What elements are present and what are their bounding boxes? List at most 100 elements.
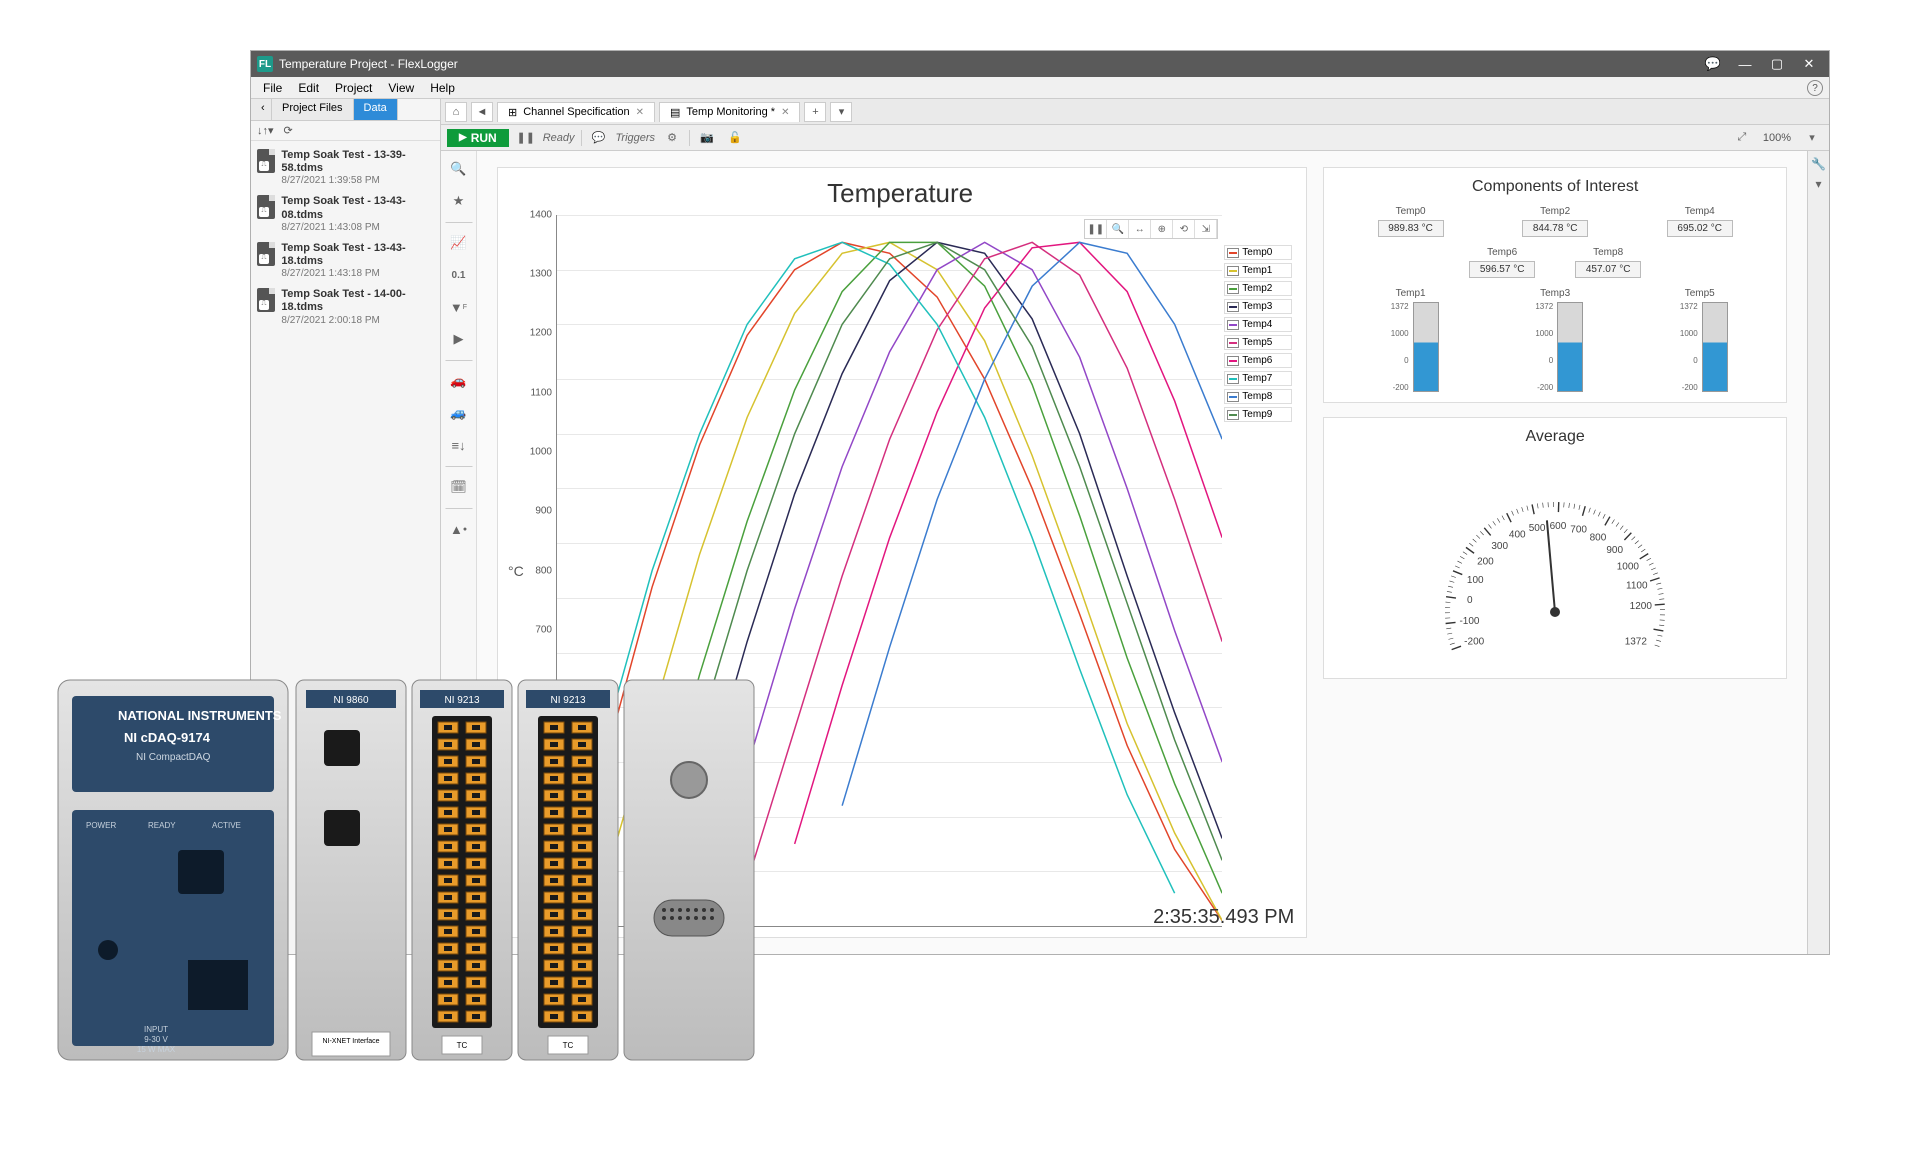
svg-text:TC: TC	[563, 1041, 574, 1050]
screen-icon: ▤	[670, 106, 680, 119]
plot-controls: ❚❚ 🔍 ↔ ⊕ ⟲ ⇲	[1084, 219, 1218, 239]
flag-icon[interactable]: ▼F	[447, 295, 471, 319]
legend-item[interactable]: Temp0	[1224, 245, 1292, 260]
zoom-level[interactable]: 100%	[1759, 132, 1795, 144]
legend-item[interactable]: Temp6	[1224, 353, 1292, 368]
sidebar-back-button[interactable]: ‹	[251, 99, 272, 120]
expand-icon[interactable]: ⤢	[1731, 128, 1753, 148]
reset-icon[interactable]: ⟲	[1173, 220, 1195, 238]
svg-text:800: 800	[1590, 532, 1607, 543]
svg-text:-200: -200	[1464, 636, 1484, 647]
menu-edit[interactable]: Edit	[290, 79, 327, 97]
plot-area[interactable]: ❚❚ 🔍 ↔ ⊕ ⟲ ⇲	[556, 215, 1222, 927]
zoom-x-icon[interactable]: ↔	[1129, 220, 1151, 238]
wrench-icon[interactable]: 🔧	[1811, 157, 1826, 171]
tab-temp-monitoring[interactable]: ▤Temp Monitoring *✕	[659, 102, 800, 122]
file-list: ⎍Temp Soak Test - 13-39-58.tdms8/27/2021…	[251, 141, 440, 954]
legend-item[interactable]: Temp8	[1224, 389, 1292, 404]
legend-item[interactable]: Temp3	[1224, 299, 1292, 314]
file-item[interactable]: ⎍Temp Soak Test - 13-43-18.tdms8/27/2021…	[251, 238, 440, 284]
app-window: FL Temperature Project - FlexLogger 💬 — …	[250, 50, 1830, 955]
menubar: File Edit Project View Help ?	[251, 77, 1829, 99]
close-button[interactable]: ✕	[1795, 54, 1823, 74]
minimize-button[interactable]: —	[1731, 54, 1759, 74]
add-tab-button[interactable]: +	[804, 102, 826, 122]
triggers-label[interactable]: Triggers	[616, 132, 656, 144]
note-icon[interactable]: 💬	[588, 128, 610, 148]
status-ready: Ready	[543, 132, 575, 144]
tab-dropdown[interactable]: ▾	[830, 102, 852, 122]
chart-title: Temperature	[506, 178, 1294, 209]
chart-legend: Temp0 Temp1 Temp2 Temp3 Temp4 Temp5 Temp…	[1222, 241, 1294, 927]
zoom-in-icon[interactable]: 🔍	[1107, 220, 1129, 238]
legend-item[interactable]: Temp7	[1224, 371, 1292, 386]
lock-icon[interactable]: 🔓	[724, 128, 746, 148]
app-logo: FL	[257, 56, 273, 72]
home-button[interactable]: ⌂	[445, 102, 467, 122]
timestamp-label: 2:35:35.493 PM	[1153, 906, 1294, 929]
star-icon[interactable]: ★	[447, 189, 471, 213]
legend-item[interactable]: Temp4	[1224, 317, 1292, 332]
chevron-down-icon[interactable]: ▾	[1815, 177, 1821, 191]
play-icon[interactable]: ▶	[447, 327, 471, 351]
titlebar: FL Temperature Project - FlexLogger 💬 — …	[251, 51, 1829, 77]
nav-back-button[interactable]: ◄	[471, 102, 493, 122]
legend-item[interactable]: Temp2	[1224, 281, 1292, 296]
numeric-icon[interactable]: 0.1	[447, 263, 471, 287]
chat-icon[interactable]: 💬	[1699, 54, 1727, 74]
line-chart-icon[interactable]: 📈	[447, 231, 471, 255]
zoom-y-icon[interactable]: ⊕	[1151, 220, 1173, 238]
list-icon[interactable]: ≡↓	[447, 433, 471, 457]
camera-icon[interactable]: 📷	[696, 128, 718, 148]
tdms-file-icon: ⎍	[257, 149, 275, 173]
pause-icon[interactable]: ❚❚	[515, 128, 537, 148]
svg-text:9-30 V: 9-30 V	[144, 1035, 168, 1044]
search-icon[interactable]: 🔍	[447, 157, 471, 181]
run-button[interactable]: RUN	[447, 129, 509, 147]
run-toolbar: RUN ❚❚ Ready 💬 Triggers ⚙ 📷 🔓 ⤢ 100% ▾	[441, 125, 1829, 151]
menu-help[interactable]: Help	[422, 79, 463, 97]
gear-icon[interactable]: ⚙	[661, 128, 683, 148]
svg-text:15 W MAX: 15 W MAX	[137, 1045, 176, 1054]
tab-data[interactable]: Data	[354, 99, 398, 120]
legend-item[interactable]: Temp1	[1224, 263, 1292, 278]
tab-project-files[interactable]: Project Files	[272, 99, 354, 120]
calendar-icon[interactable]: 🗓	[447, 475, 471, 499]
svg-text:NI-XNET Interface: NI-XNET Interface	[322, 1038, 379, 1045]
svg-text:1372: 1372	[1625, 636, 1648, 647]
temperature-chart: Temperature °C 1400 1300 1200 1100 1000 …	[497, 167, 1307, 938]
value-box: Temp8457.07 °C	[1575, 247, 1641, 278]
tdms-file-icon: ⎍	[257, 288, 275, 312]
value-box: Temp0989.83 °C	[1378, 206, 1444, 237]
file-item[interactable]: ⎍Temp Soak Test - 14-00-18.tdms8/27/2021…	[251, 284, 440, 330]
dashboard-canvas[interactable]: Temperature °C 1400 1300 1200 1100 1000 …	[477, 151, 1807, 954]
zoom-dropdown[interactable]: ▾	[1801, 128, 1823, 148]
menu-project[interactable]: Project	[327, 79, 380, 97]
pause-plot-icon[interactable]: ❚❚	[1085, 220, 1107, 238]
svg-text:READY: READY	[148, 821, 176, 830]
menu-view[interactable]: View	[380, 79, 422, 97]
sort-button[interactable]: ↓↑▾	[257, 124, 274, 137]
svg-text:-100: -100	[1460, 616, 1480, 627]
legend-item[interactable]: Temp5	[1224, 335, 1292, 350]
svg-text:POWER: POWER	[86, 821, 116, 830]
svg-text:1200: 1200	[1630, 601, 1653, 612]
shapes-icon[interactable]: ▲●	[447, 517, 471, 541]
file-item[interactable]: ⎍Temp Soak Test - 13-39-58.tdms8/27/2021…	[251, 145, 440, 191]
file-item[interactable]: ⎍Temp Soak Test - 13-43-08.tdms8/27/2021…	[251, 191, 440, 237]
grid-icon: ⊞	[508, 106, 517, 119]
refresh-icon[interactable]: ⟳	[284, 124, 293, 137]
maximize-button[interactable]: ▢	[1763, 54, 1791, 74]
tab-channel-spec[interactable]: ⊞Channel Specification✕	[497, 102, 655, 122]
legend-item[interactable]: Temp9	[1224, 407, 1292, 422]
svg-text:1100: 1100	[1626, 580, 1648, 591]
menu-file[interactable]: File	[255, 79, 290, 97]
value-box: Temp2844.78 °C	[1522, 206, 1588, 237]
close-tab-icon[interactable]: ✕	[781, 107, 789, 118]
export-icon[interactable]: ⇲	[1195, 220, 1217, 238]
vehicle-icon[interactable]: 🚗	[447, 369, 471, 393]
close-tab-icon[interactable]: ✕	[636, 107, 644, 118]
truck-icon[interactable]: 🚙	[447, 401, 471, 425]
svg-text:600: 600	[1550, 521, 1567, 532]
help-icon[interactable]: ?	[1807, 80, 1823, 96]
